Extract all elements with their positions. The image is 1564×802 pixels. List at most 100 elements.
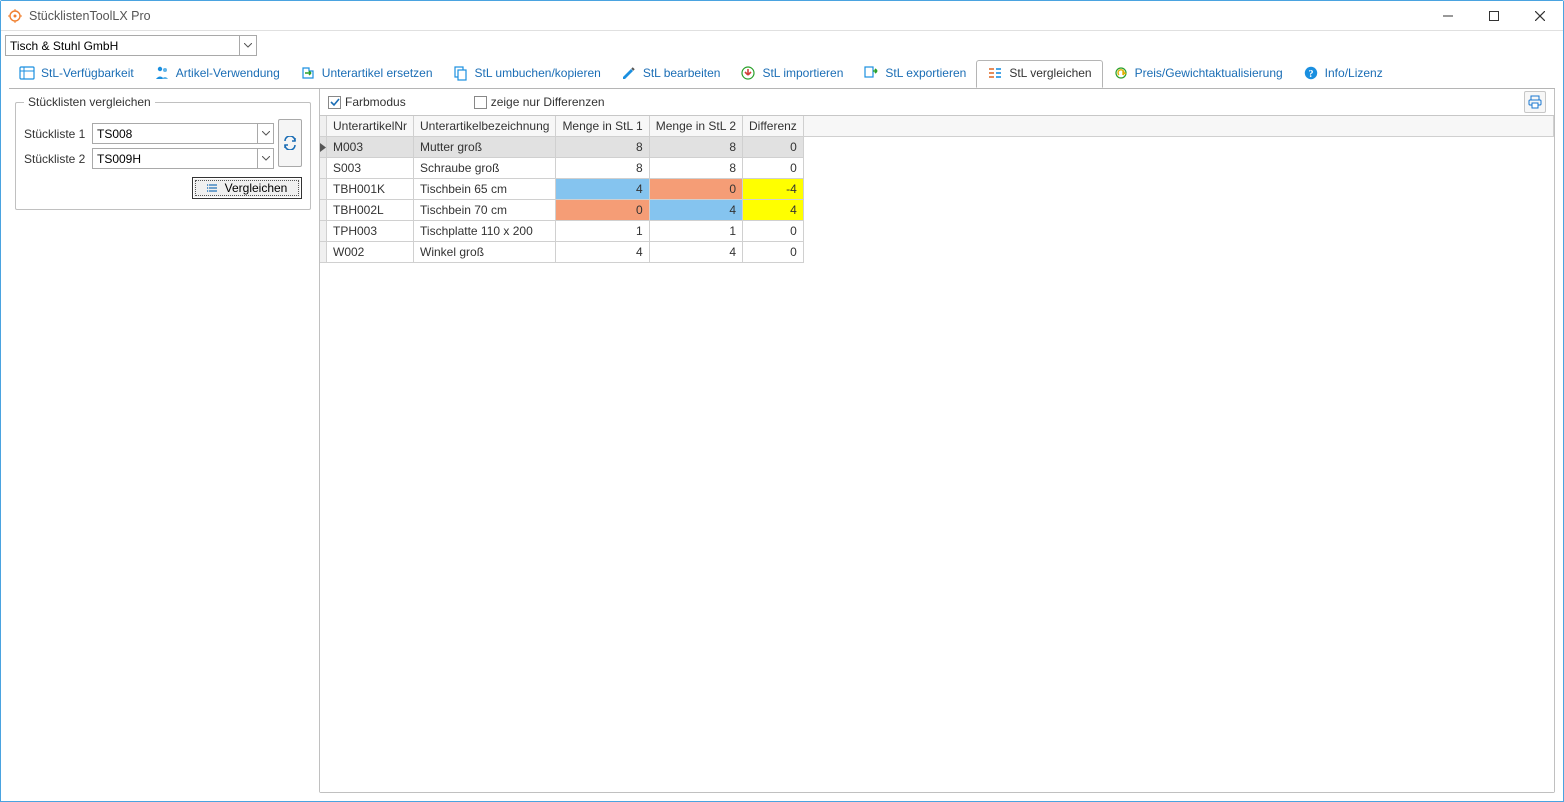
table-row[interactable]: TPH003Tischplatte 110 x 200110 <box>320 221 1554 242</box>
groupbox-legend: Stücklisten vergleichen <box>24 95 155 109</box>
tab-icon <box>740 65 756 81</box>
cell[interactable]: 8 <box>650 137 743 158</box>
side-panel: Stücklisten vergleichen Stückliste 1 <box>9 89 317 793</box>
cell[interactable]: Winkel groß <box>414 242 556 263</box>
chevron-down-icon[interactable] <box>257 149 273 168</box>
cell[interactable]: 4 <box>650 200 743 221</box>
stueckliste1-input[interactable] <box>93 124 257 143</box>
cell[interactable]: 8 <box>556 137 649 158</box>
cell[interactable]: 8 <box>556 158 649 179</box>
print-button[interactable] <box>1524 91 1546 113</box>
tab-stl-importieren[interactable]: StL importieren <box>730 61 853 87</box>
cell[interactable]: 4 <box>743 200 804 221</box>
swap-icon <box>283 136 297 150</box>
maximize-button[interactable] <box>1471 1 1517 31</box>
tab-artikel-verwendung[interactable]: Artikel-Verwendung <box>144 61 290 87</box>
column-header[interactable]: Unterartikelbezeichnung <box>414 116 556 137</box>
chevron-down-icon[interactable] <box>257 124 273 143</box>
tab-icon <box>453 65 469 81</box>
tab-label: StL-Verfügbarkeit <box>41 66 134 80</box>
tab-label: StL importieren <box>762 66 843 80</box>
compare-groupbox: Stücklisten vergleichen Stückliste 1 <box>15 95 311 210</box>
cell[interactable]: TPH003 <box>327 221 414 242</box>
tab-stl-bearbeiten[interactable]: StL bearbeiten <box>611 61 731 87</box>
tab-preis-gewichtaktualisierung[interactable]: Preis/Gewichtaktualisierung <box>1103 61 1293 87</box>
cell[interactable]: 4 <box>556 242 649 263</box>
cell[interactable]: Tischbein 65 cm <box>414 179 556 200</box>
cell[interactable]: Mutter groß <box>414 137 556 158</box>
tab-icon: ? <box>1303 65 1319 81</box>
cell[interactable]: 0 <box>556 200 649 221</box>
cell[interactable]: 0 <box>743 242 804 263</box>
stueckliste1-label: Stückliste 1 <box>24 127 92 141</box>
column-header[interactable]: Menge in StL 1 <box>556 116 649 137</box>
data-table[interactable]: UnterartikelNrUnterartikelbezeichnungMen… <box>320 116 1554 263</box>
tab-label: Info/Lizenz <box>1325 66 1383 80</box>
list-icon <box>207 182 219 194</box>
cell[interactable]: M003 <box>327 137 414 158</box>
cell[interactable]: TBH002L <box>327 200 414 221</box>
tab-icon <box>154 65 170 81</box>
window-title: StücklistenToolLX Pro <box>29 9 151 23</box>
table-row[interactable]: TBH002LTischbein 70 cm044 <box>320 200 1554 221</box>
cell[interactable]: Tischplatte 110 x 200 <box>414 221 556 242</box>
cell[interactable]: 0 <box>743 158 804 179</box>
tab-info-lizenz[interactable]: ? Info/Lizenz <box>1293 61 1393 87</box>
tab-stl-umbuchen-kopieren[interactable]: StL umbuchen/kopieren <box>443 61 611 87</box>
tab-icon <box>1113 65 1129 81</box>
cell[interactable]: W002 <box>327 242 414 263</box>
column-header[interactable]: Differenz <box>743 116 804 137</box>
tab-stl-vergleichen[interactable]: StL vergleichen <box>976 60 1102 88</box>
tab-unterartikel-ersetzen[interactable]: Unterartikel ersetzen <box>290 61 443 87</box>
cell[interactable]: 0 <box>650 179 743 200</box>
cell[interactable]: 0 <box>743 221 804 242</box>
grid-toolbar: Farbmodus zeige nur Differenzen <box>320 89 1554 115</box>
stueckliste2-input[interactable] <box>93 149 257 168</box>
cell[interactable]: 4 <box>650 242 743 263</box>
color-mode-checkbox[interactable]: Farbmodus <box>328 95 406 109</box>
cell[interactable]: 4 <box>556 179 649 200</box>
table-row[interactable]: TBH001KTischbein 65 cm40-4 <box>320 179 1554 200</box>
tab-icon <box>621 65 637 81</box>
row-indicator <box>320 221 327 242</box>
table-row[interactable]: M003Mutter groß880 <box>320 137 1554 158</box>
stueckliste1-row: Stückliste 1 <box>24 123 274 144</box>
swap-button[interactable] <box>278 119 302 167</box>
svg-text:?: ? <box>1308 69 1313 80</box>
cell[interactable]: Tischbein 70 cm <box>414 200 556 221</box>
only-diff-checkbox[interactable]: zeige nur Differenzen <box>474 95 605 109</box>
printer-icon <box>1528 95 1542 109</box>
minimize-button[interactable] <box>1425 1 1471 31</box>
cell[interactable]: 8 <box>650 158 743 179</box>
column-header[interactable]: UnterartikelNr <box>327 116 414 137</box>
chevron-down-icon[interactable] <box>239 36 256 55</box>
cell[interactable]: TBH001K <box>327 179 414 200</box>
cell[interactable]: S003 <box>327 158 414 179</box>
tab-icon <box>987 65 1003 81</box>
row-header-corner <box>320 116 327 137</box>
company-combo[interactable] <box>5 35 257 56</box>
column-header-filler <box>804 116 1554 137</box>
table-row[interactable]: S003Schraube groß880 <box>320 158 1554 179</box>
content: Stücklisten vergleichen Stückliste 1 <box>9 88 1555 793</box>
tab-label: StL exportieren <box>885 66 966 80</box>
table-row[interactable]: W002Winkel groß440 <box>320 242 1554 263</box>
company-combo-input[interactable] <box>6 36 239 55</box>
only-diff-label: zeige nur Differenzen <box>491 95 605 109</box>
cell[interactable]: -4 <box>743 179 804 200</box>
stueckliste2-combo[interactable] <box>92 148 274 169</box>
tab-stl-verf-gbarkeit[interactable]: StL-Verfügbarkeit <box>9 61 144 87</box>
compare-button[interactable]: Vergleichen <box>192 177 302 199</box>
column-header[interactable]: Menge in StL 2 <box>650 116 743 137</box>
tab-label: Unterartikel ersetzen <box>322 66 433 80</box>
cell[interactable]: Schraube groß <box>414 158 556 179</box>
tab-icon <box>300 65 316 81</box>
close-button[interactable] <box>1517 1 1563 31</box>
row-indicator <box>320 179 327 200</box>
tab-stl-exportieren[interactable]: StL exportieren <box>853 61 976 87</box>
stueckliste1-combo[interactable] <box>92 123 274 144</box>
cell[interactable]: 0 <box>743 137 804 158</box>
row-indicator <box>320 200 327 221</box>
cell[interactable]: 1 <box>650 221 743 242</box>
cell[interactable]: 1 <box>556 221 649 242</box>
